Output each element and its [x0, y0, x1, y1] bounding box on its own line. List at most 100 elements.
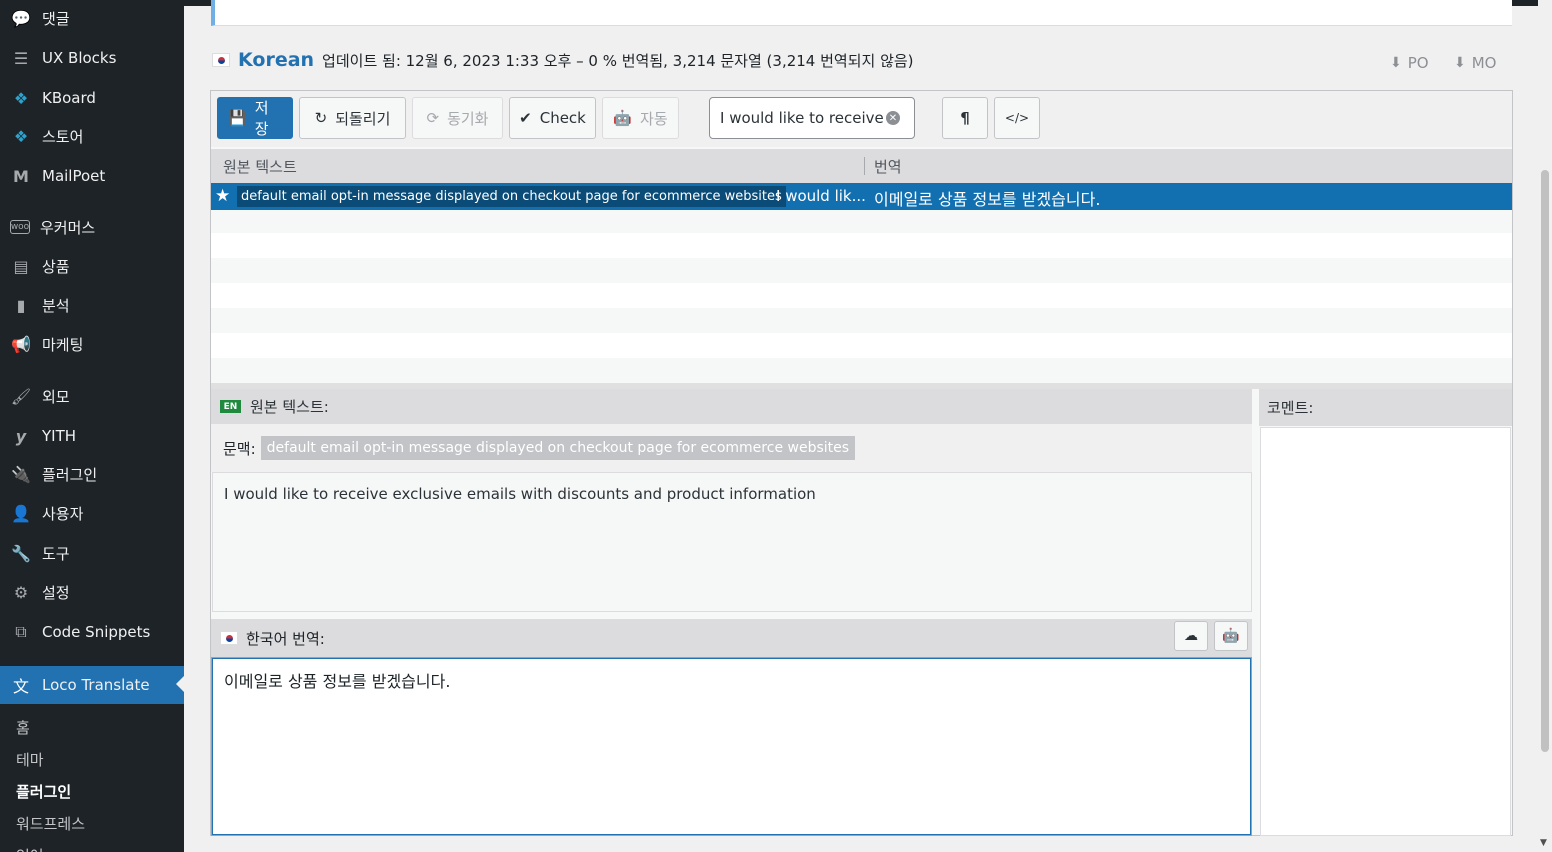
- translation-editor: 💾 저장 ↻ 되돌리기 ⟳ 동기화 ✔ Check 🤖 자동 ✕ ¶ </> 원…: [210, 90, 1513, 836]
- cloud-translate-button[interactable]: ☁: [1174, 621, 1208, 651]
- submenu-languages[interactable]: 언어: [0, 841, 184, 852]
- scrollbar-thumb[interactable]: [1541, 170, 1549, 752]
- wrench-icon: 🔧: [11, 543, 31, 563]
- download-icon: ⬇: [1454, 55, 1466, 71]
- submenu-plugins[interactable]: 플러그인: [0, 777, 184, 805]
- submenu-wordpress[interactable]: 워드프레스: [0, 809, 184, 837]
- scroll-down-arrow-icon[interactable]: ▼: [1540, 838, 1547, 848]
- menu-comments[interactable]: 💬 댓글: [0, 0, 184, 36]
- sync-icon: ⟳: [426, 109, 440, 127]
- string-list: ★ default email opt-in message displayed…: [211, 183, 1512, 383]
- row-translation-text: 이메일로 상품 정보를 받겠습니다.: [874, 190, 1101, 209]
- menu-settings[interactable]: ⚙ 설정: [0, 574, 184, 610]
- robot-translate-button[interactable]: 🤖: [1214, 621, 1248, 651]
- menu-analytics[interactable]: ▮ 분석: [0, 287, 184, 323]
- floppy-icon: 💾: [228, 109, 247, 127]
- menu-appearance[interactable]: 🖌 외모: [0, 378, 184, 414]
- mailpoet-icon: M: [13, 166, 29, 186]
- menu-tools[interactable]: 🔧 도구: [0, 535, 184, 571]
- string-list-header: 원본 텍스트 번역: [211, 149, 1512, 183]
- submenu-home[interactable]: 홈: [0, 713, 184, 741]
- language-link[interactable]: Korean: [238, 49, 314, 71]
- check-button[interactable]: ✔ Check: [509, 97, 596, 139]
- context-label: 문맥:: [223, 439, 256, 458]
- menu-code-snippets[interactable]: ⧉ Code Snippets: [0, 614, 184, 650]
- notice-banner: [211, 0, 1512, 26]
- toggle-invisibles-button[interactable]: ¶: [942, 97, 988, 139]
- list-row[interactable]: [211, 283, 1512, 308]
- menu-woocommerce[interactable]: woo 우커머스: [0, 209, 184, 245]
- list-row[interactable]: [211, 208, 1512, 233]
- brush-icon: 🖌: [10, 386, 32, 406]
- menu-products[interactable]: ▤ 상품: [0, 248, 184, 284]
- list-row[interactable]: [211, 233, 1512, 258]
- chart-icon: ▮: [16, 295, 26, 315]
- menu-marketing[interactable]: 📢 마케팅: [0, 326, 184, 362]
- korea-flag-icon: [220, 631, 238, 645]
- context-line: 문맥: default email opt-in message display…: [211, 424, 1252, 472]
- column-translation[interactable]: 번역: [874, 156, 902, 177]
- source-panel-header: EN 원본 텍스트:: [211, 389, 1252, 424]
- code-icon: ⧉: [15, 622, 27, 641]
- english-badge: EN: [220, 400, 241, 413]
- save-button[interactable]: 💾 저장: [217, 97, 293, 139]
- sync-button[interactable]: ⟳ 동기화: [412, 97, 503, 139]
- menu-kboard[interactable]: ❖ KBoard: [0, 80, 184, 116]
- download-mo-button[interactable]: ⬇ MO: [1454, 54, 1496, 72]
- comments-title: 코멘트:: [1267, 399, 1314, 417]
- menu-loco-translate[interactable]: 文 Loco Translate: [0, 666, 184, 704]
- list-row[interactable]: [211, 258, 1512, 283]
- kboard-icon: ❖: [13, 88, 29, 108]
- submenu-themes[interactable]: 테마: [0, 745, 184, 773]
- korea-flag-icon: [212, 53, 230, 67]
- blocks-icon: ☰: [13, 48, 29, 68]
- translation-textarea[interactable]: 이메일로 상품 정보를 받겠습니다.: [211, 657, 1252, 836]
- file-heading: Korean 업데이트 됨: 12월 6, 2023 1:33 오후 – 0 %…: [212, 46, 914, 74]
- admin-sidebar: 💬 댓글 ☰ UX Blocks ❖ KBoard ❖ 스토어 M MailPo…: [0, 0, 184, 852]
- comments-panel-header: 코멘트:: [1259, 389, 1512, 426]
- translate-icon: 文: [12, 677, 29, 696]
- download-icon: ⬇: [1390, 55, 1402, 71]
- list-row[interactable]: [211, 333, 1512, 358]
- menu-mailpoet[interactable]: M MailPoet: [0, 158, 184, 194]
- yith-icon: y: [15, 426, 27, 446]
- revert-button[interactable]: ↻ 되돌리기: [299, 97, 406, 139]
- menu-users[interactable]: 👤 사용자: [0, 495, 184, 531]
- target-panel-header: 한국어 번역: ☁ 🤖: [211, 619, 1252, 657]
- plugin-icon: 🔌: [11, 464, 31, 484]
- menu-yith[interactable]: y YITH: [0, 418, 184, 454]
- robot-icon: 🤖: [613, 109, 633, 127]
- selected-list-row[interactable]: ★ default email opt-in message displayed…: [211, 183, 1512, 210]
- clear-search-icon[interactable]: ✕: [886, 111, 900, 125]
- search-input[interactable]: [720, 109, 886, 127]
- robot-icon: 🤖: [1222, 628, 1240, 644]
- menu-ux-blocks[interactable]: ☰ UX Blocks: [0, 40, 184, 76]
- auto-translate-button[interactable]: 🤖 자동: [602, 97, 679, 139]
- user-icon: 👤: [11, 503, 31, 523]
- page-scrollbar[interactable]: ▼: [1538, 0, 1552, 852]
- toggle-code-view-button[interactable]: </>: [994, 97, 1040, 139]
- source-text-box: I would like to receive exclusive emails…: [212, 472, 1252, 612]
- list-row[interactable]: [211, 358, 1512, 383]
- column-divider[interactable]: [864, 157, 865, 175]
- context-value: default email opt-in message displayed o…: [260, 436, 856, 460]
- woo-icon: woo: [10, 220, 30, 234]
- search-field[interactable]: ✕: [709, 97, 915, 139]
- refresh-icon: ↻: [314, 109, 328, 127]
- list-row[interactable]: [211, 308, 1512, 333]
- menu-plugins[interactable]: 🔌 플러그인: [0, 456, 184, 492]
- checkmark-icon: ✔: [519, 109, 532, 127]
- comment-icon: 💬: [11, 8, 31, 28]
- settings-icon: ⚙: [13, 582, 29, 602]
- star-icon[interactable]: ★: [215, 186, 230, 206]
- menu-store[interactable]: ❖ 스토어: [0, 118, 184, 154]
- source-panel-title: 원본 텍스트:: [250, 398, 329, 416]
- store-icon: ❖: [13, 126, 29, 146]
- cloud-icon: ☁: [1184, 628, 1198, 644]
- editor-toolbar: 💾 저장 ↻ 되돌리기 ⟳ 동기화 ✔ Check 🤖 자동 ✕ ¶ </>: [211, 91, 1512, 147]
- comments-textarea[interactable]: [1260, 427, 1511, 836]
- row-context-label: default email opt-in message displayed o…: [237, 186, 786, 207]
- download-po-button[interactable]: ⬇ PO: [1390, 54, 1429, 72]
- row-source-text: I would lik...: [776, 187, 866, 205]
- column-source[interactable]: 원본 텍스트: [223, 156, 297, 177]
